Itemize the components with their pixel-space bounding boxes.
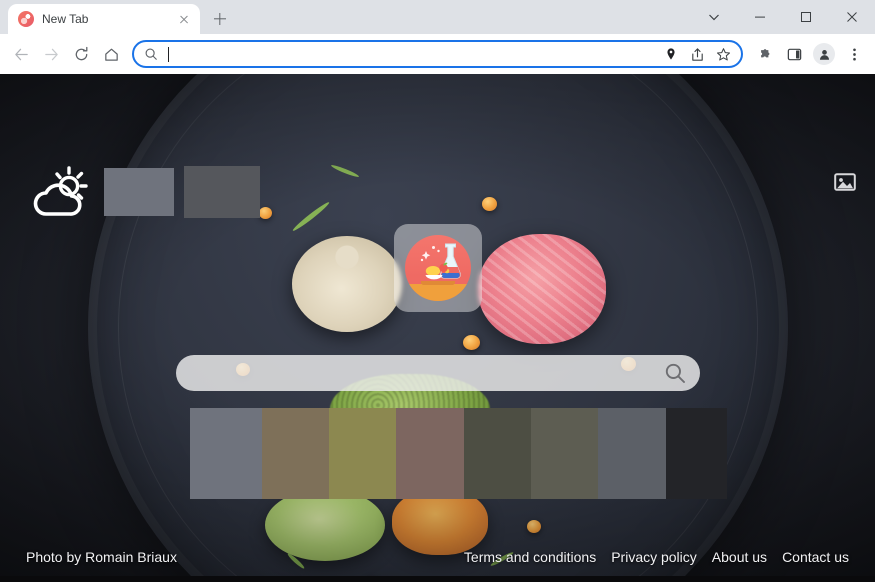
list-item[interactable] xyxy=(190,408,262,499)
side-panel-button[interactable] xyxy=(779,39,809,69)
location-pin-icon[interactable] xyxy=(659,42,683,66)
forward-arrow-icon xyxy=(44,48,58,60)
text-caret xyxy=(168,46,169,62)
partly-cloudy-sun-icon xyxy=(33,166,88,216)
more-menu-button[interactable] xyxy=(839,39,869,69)
search-bar[interactable] xyxy=(175,355,700,391)
home-button[interactable] xyxy=(96,39,126,69)
back-button[interactable] xyxy=(6,39,36,69)
tab-favicon xyxy=(18,11,34,27)
new-tab-page: Photo by Romain Briaux Terms and conditi… xyxy=(0,74,875,582)
new-tab-button[interactable] xyxy=(206,5,234,33)
search-icon[interactable] xyxy=(664,362,686,384)
back-arrow-icon xyxy=(14,48,28,60)
minimize-icon xyxy=(755,16,765,18)
close-icon[interactable] xyxy=(176,11,192,27)
window-controls xyxy=(691,0,875,34)
reload-icon xyxy=(75,46,87,60)
footer-link-terms[interactable]: Terms and conditions xyxy=(464,549,596,565)
address-bar[interactable] xyxy=(132,40,743,68)
side-panel-icon xyxy=(787,48,801,60)
search-icon xyxy=(145,48,157,60)
list-item[interactable] xyxy=(598,408,666,499)
extensions-puzzle-icon xyxy=(760,48,769,57)
maximize-button[interactable] xyxy=(783,0,829,34)
weather-widget[interactable] xyxy=(28,162,260,222)
browser-toolbar xyxy=(0,34,875,74)
search-input[interactable] xyxy=(194,355,664,391)
list-item[interactable] xyxy=(464,408,531,499)
footer-link-privacy[interactable]: Privacy policy xyxy=(611,549,697,565)
tab-title: New Tab xyxy=(42,12,89,26)
minimize-button[interactable] xyxy=(737,0,783,34)
footer-link-contact[interactable]: Contact us xyxy=(782,549,849,565)
shortcut-tiles xyxy=(190,408,727,499)
home-icon xyxy=(104,48,118,61)
share-icon[interactable] xyxy=(685,42,709,66)
background-photo xyxy=(0,74,875,582)
image-icon[interactable] xyxy=(833,170,857,194)
browser-tab[interactable]: New Tab xyxy=(8,4,200,34)
forward-button[interactable] xyxy=(36,39,66,69)
address-bar-actions xyxy=(659,42,735,66)
tab-strip: New Tab xyxy=(0,0,875,34)
list-item[interactable] xyxy=(531,408,598,499)
page-footer: Photo by Romain Briaux Terms and conditi… xyxy=(0,546,875,568)
list-item[interactable] xyxy=(329,408,396,499)
browser-window: New Tab Photo by Romain Briaux Terms and… xyxy=(0,0,875,582)
profile-button[interactable] xyxy=(809,39,839,69)
bookmark-star-icon[interactable] xyxy=(711,42,735,66)
list-item[interactable] xyxy=(396,408,464,499)
chevron-down-icon xyxy=(709,14,719,21)
footer-link-about[interactable]: About us xyxy=(712,549,767,565)
photo-credit: Photo by Romain Briaux xyxy=(26,549,177,565)
tab-search-button[interactable] xyxy=(691,0,737,34)
maximize-icon xyxy=(801,12,811,22)
close-icon xyxy=(847,12,857,22)
weather-redacted-temp xyxy=(104,168,174,216)
weather-redacted-location xyxy=(184,166,260,218)
more-menu-icon xyxy=(852,47,856,61)
page-bottom-edge xyxy=(0,576,875,582)
site-logo xyxy=(393,224,482,312)
reload-button[interactable] xyxy=(66,39,96,69)
footer-links: Terms and conditions Privacy policy Abou… xyxy=(464,549,849,565)
food-lab-flask-logo xyxy=(404,235,471,301)
address-input[interactable] xyxy=(166,42,651,66)
profile-avatar-icon xyxy=(819,49,829,60)
list-item[interactable] xyxy=(262,408,329,499)
close-button[interactable] xyxy=(829,0,875,34)
list-item[interactable] xyxy=(666,408,727,499)
avatar xyxy=(813,43,835,65)
extensions-button[interactable] xyxy=(749,39,779,69)
